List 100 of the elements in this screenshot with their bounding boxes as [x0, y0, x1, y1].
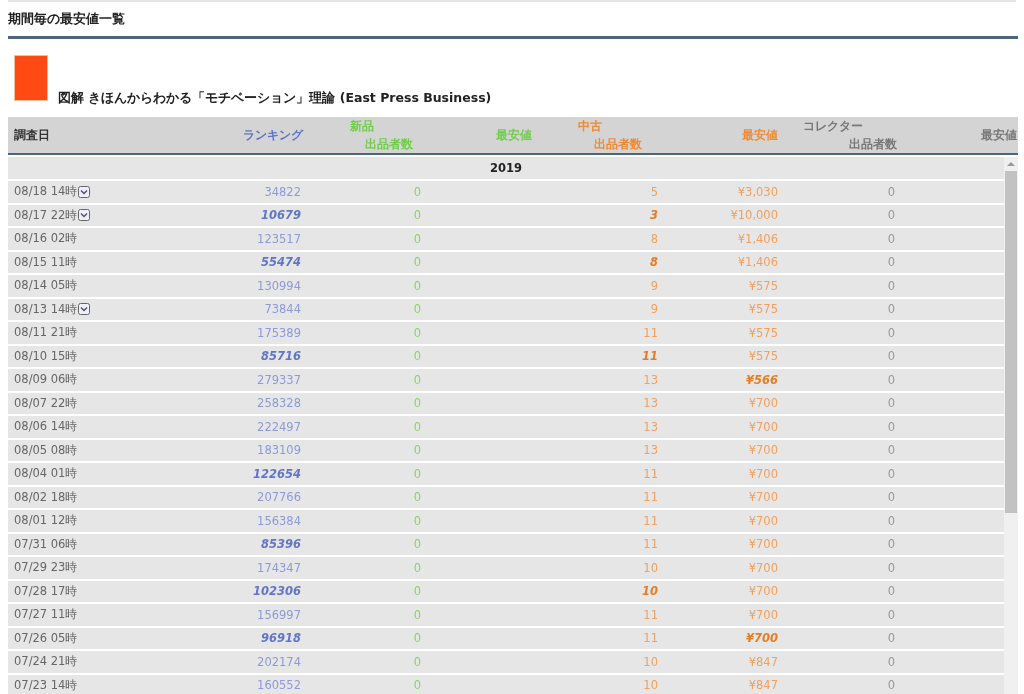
count-cell-text: 10: [643, 654, 659, 669]
count-cell-text: 0: [413, 325, 422, 340]
date-cell: 07/28 17時: [14, 583, 78, 599]
ranking-cell-text: 202174: [257, 654, 302, 669]
date-cell: 08/04 01時: [14, 466, 78, 482]
ranking-cell-text: 55474: [261, 255, 302, 270]
price-cell-text: ¥575: [748, 325, 779, 340]
product-title[interactable]: 図解 きほんからわかる「モチベーション」理論 (East Press Business): [58, 90, 492, 107]
date-cell: 07/27 11時: [14, 607, 78, 623]
count-cell-text: 0: [413, 443, 422, 458]
scrollbar-thumb[interactable]: [1005, 171, 1017, 513]
ranking-cell-text: 183109: [257, 443, 302, 458]
count-cell-text: 9: [650, 302, 659, 317]
count-cell-text: 11: [643, 607, 659, 622]
price-cell-text: ¥575: [748, 302, 779, 317]
column-group-header: コレクター: [802, 118, 864, 135]
price-cell-text: ¥1,406: [737, 231, 779, 246]
column-header: 出品者数: [365, 135, 414, 153]
ranking-cell-text: 279337: [257, 372, 302, 387]
count-cell-text: 0: [413, 584, 422, 599]
count-cell-text: 0: [887, 678, 896, 693]
ranking-cell-text: 174347: [257, 560, 302, 575]
count-cell-text: 5: [650, 184, 659, 199]
price-cell-text: ¥575: [748, 278, 779, 293]
date-cell: 08/13 14時: [14, 301, 78, 317]
date-cell: 08/15 11時: [14, 254, 78, 270]
date-cell: 08/01 12時: [14, 513, 78, 529]
ranking-cell-text: 122654: [253, 466, 302, 481]
count-cell-text: 8: [650, 231, 659, 246]
ranking-cell-text: 160552: [257, 678, 302, 693]
column-header: 出品者数: [849, 135, 898, 153]
count-cell-text: 0: [887, 537, 896, 552]
count-cell-text: 13: [643, 443, 659, 458]
count-cell-text: 10: [642, 584, 659, 599]
date-cell: 08/10 15時: [14, 348, 78, 364]
ranking-cell-text: 258328: [257, 396, 302, 411]
count-cell-text: 0: [413, 490, 422, 505]
count-cell-text: 10: [643, 678, 659, 693]
column-header: 最安値: [981, 126, 1018, 144]
count-cell-text: 0: [887, 584, 896, 599]
count-cell-text: 0: [413, 231, 422, 246]
count-cell-text: 0: [887, 396, 896, 411]
ranking-cell-text: 207766: [257, 490, 302, 505]
price-cell-text: ¥700: [748, 490, 779, 505]
count-cell-text: 11: [643, 513, 659, 528]
count-cell-text: 0: [413, 302, 422, 317]
price-cell-text: ¥700: [748, 537, 779, 552]
count-cell-text: 0: [887, 231, 896, 246]
count-cell-text: 0: [887, 278, 896, 293]
ranking-cell-text: 96918: [261, 631, 302, 646]
book-cover-placeholder: [14, 55, 48, 101]
count-cell-text: 0: [413, 349, 422, 364]
column-header: 最安値: [496, 126, 533, 144]
ranking-cell-text: 156997: [257, 607, 302, 622]
ranking-cell-text: 222497: [257, 419, 302, 434]
date-cell: 07/24 21時: [14, 654, 78, 670]
count-cell-text: 0: [887, 631, 896, 646]
count-cell-text: 13: [643, 419, 659, 434]
date-cell: 08/16 02時: [14, 231, 78, 247]
dropdown-icon[interactable]: [78, 185, 91, 198]
scrollbar[interactable]: [1004, 157, 1018, 694]
count-cell-text: 0: [887, 560, 896, 575]
price-cell-text: ¥700: [748, 396, 779, 411]
count-cell-text: 0: [413, 631, 422, 646]
column-header: 最安値: [742, 126, 779, 144]
price-cell-text: ¥700: [748, 419, 779, 434]
count-cell-text: 11: [642, 349, 659, 364]
count-cell-text: 11: [643, 490, 659, 505]
count-cell-text: 0: [887, 443, 896, 458]
date-cell: 08/14 05時: [14, 278, 78, 294]
count-cell-text: 0: [887, 513, 896, 528]
dropdown-icon[interactable]: [78, 303, 91, 316]
count-cell-text: 0: [887, 372, 896, 387]
column-group-header: 新品: [349, 118, 375, 135]
count-cell-text: 0: [413, 607, 422, 622]
count-cell-text: 0: [413, 513, 422, 528]
count-cell-text: 0: [413, 208, 422, 223]
ranking-cell-text: 10679: [261, 208, 302, 223]
date-cell: 08/11 21時: [14, 325, 78, 341]
date-cell: 08/06 14時: [14, 419, 78, 435]
price-cell-text: ¥700: [748, 560, 779, 575]
ranking-cell-text: 73844: [264, 302, 302, 317]
count-cell-text: 0: [887, 607, 896, 622]
date-cell: 07/26 05時: [14, 630, 78, 646]
count-cell-text: 0: [413, 396, 422, 411]
ranking-cell-text: 123517: [257, 231, 302, 246]
price-cell-text: ¥3,030: [737, 184, 779, 199]
date-cell: 08/02 18時: [14, 489, 78, 505]
price-cell-text: ¥1,406: [737, 255, 779, 270]
column-header: 出品者数: [594, 135, 643, 153]
date-cell: 08/07 22時: [14, 395, 78, 411]
ranking-cell-text: 175389: [257, 325, 302, 340]
dropdown-icon[interactable]: [78, 209, 91, 222]
count-cell-text: 13: [643, 372, 659, 387]
count-cell-text: 0: [887, 466, 896, 481]
date-cell: 08/17 22時: [14, 207, 78, 223]
date-cell: 07/29 23時: [14, 560, 78, 576]
price-cell-text: ¥700: [748, 607, 779, 622]
section-heading: 期間毎の最安値一覧: [7, 10, 126, 28]
count-cell-text: 11: [643, 631, 659, 646]
